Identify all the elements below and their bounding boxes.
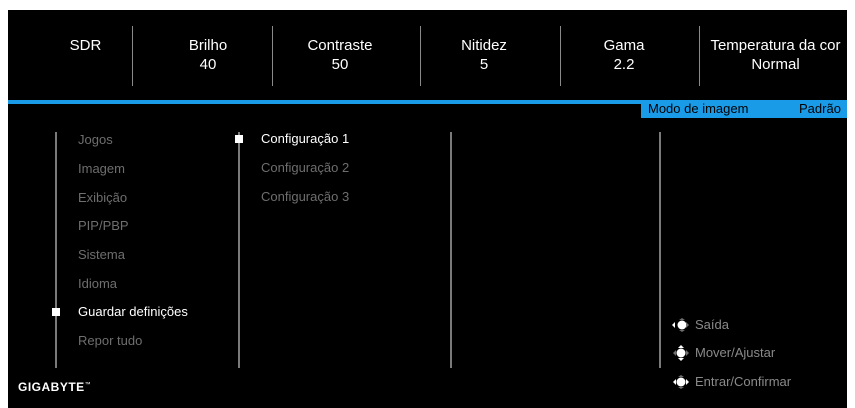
menu-item-pip-pbp[interactable]: PIP/PBP	[78, 218, 129, 234]
status-sdr-label: SDR	[69, 37, 102, 54]
status-contrast-value: 50	[331, 56, 349, 73]
status-color-temp-value: Normal	[751, 56, 800, 73]
status-brightness: Brilho 40	[148, 36, 268, 74]
status-brightness-value: 40	[199, 56, 217, 73]
status-color-temp-label: Temperatura da cor	[710, 37, 841, 54]
submenu-item-setting-1[interactable]: Configuração 1	[261, 131, 349, 147]
picture-mode-label: Modo de imagem	[648, 101, 749, 116]
status-sdr: SDR	[38, 36, 133, 55]
options-column-line	[450, 132, 452, 368]
menu-item-save-settings[interactable]: Guardar definições	[78, 304, 188, 320]
status-gamma-label: Gama	[603, 37, 645, 54]
hints-column-line	[659, 132, 661, 368]
status-divider	[132, 26, 133, 86]
status-gamma-value: 2.2	[613, 56, 635, 73]
menu-item-display[interactable]: Exibição	[78, 190, 127, 206]
logo-text: GIGABYTE	[18, 380, 85, 394]
submenu-item-setting-3[interactable]: Configuração 3	[261, 189, 349, 205]
status-divider	[272, 26, 273, 86]
submenu-column-line	[238, 132, 240, 368]
joystick-press-icon	[673, 375, 689, 389]
selection-marker	[52, 308, 60, 316]
joystick-updown-icon	[673, 345, 689, 361]
menu-item-language[interactable]: Idioma	[78, 276, 117, 292]
status-sharpness-label: Nitidez	[461, 37, 507, 54]
status-bar: SDR Brilho 40 Contraste 50 Nitidez 5 Gam…	[8, 10, 847, 98]
menu-column-line	[55, 132, 57, 368]
gigabyte-logo: GIGABYTE™	[18, 380, 92, 394]
status-contrast-label: Contraste	[307, 37, 373, 54]
menu-item-picture[interactable]: Imagem	[78, 161, 125, 177]
status-contrast: Contraste 50	[280, 36, 400, 74]
status-sharpness: Nitidez 5	[424, 36, 544, 74]
status-sharpness-value: 5	[479, 56, 489, 73]
menu-item-system[interactable]: Sistema	[78, 247, 125, 263]
osd-panel: SDR Brilho 40 Contraste 50 Nitidez 5 Gam…	[8, 10, 847, 408]
status-gamma: Gama 2.2	[564, 36, 684, 74]
status-divider	[420, 26, 421, 86]
status-divider	[699, 26, 700, 86]
hint-exit: Saída	[695, 317, 729, 332]
picture-mode-value: Padrão	[799, 101, 841, 116]
joystick-left-icon	[672, 318, 689, 332]
selection-marker	[235, 135, 243, 143]
menu-item-reset-all[interactable]: Repor tudo	[78, 333, 142, 349]
hint-move-adjust: Mover/Ajustar	[695, 345, 776, 360]
hint-enter-confirm: Entrar/Confirmar	[695, 374, 792, 389]
submenu-item-setting-2[interactable]: Configuração 2	[261, 160, 349, 176]
status-brightness-label: Brilho	[188, 37, 228, 54]
status-color-temp: Temperatura da cor Normal	[704, 36, 847, 74]
menu-item-gaming[interactable]: Jogos	[78, 132, 113, 148]
status-divider	[560, 26, 561, 86]
